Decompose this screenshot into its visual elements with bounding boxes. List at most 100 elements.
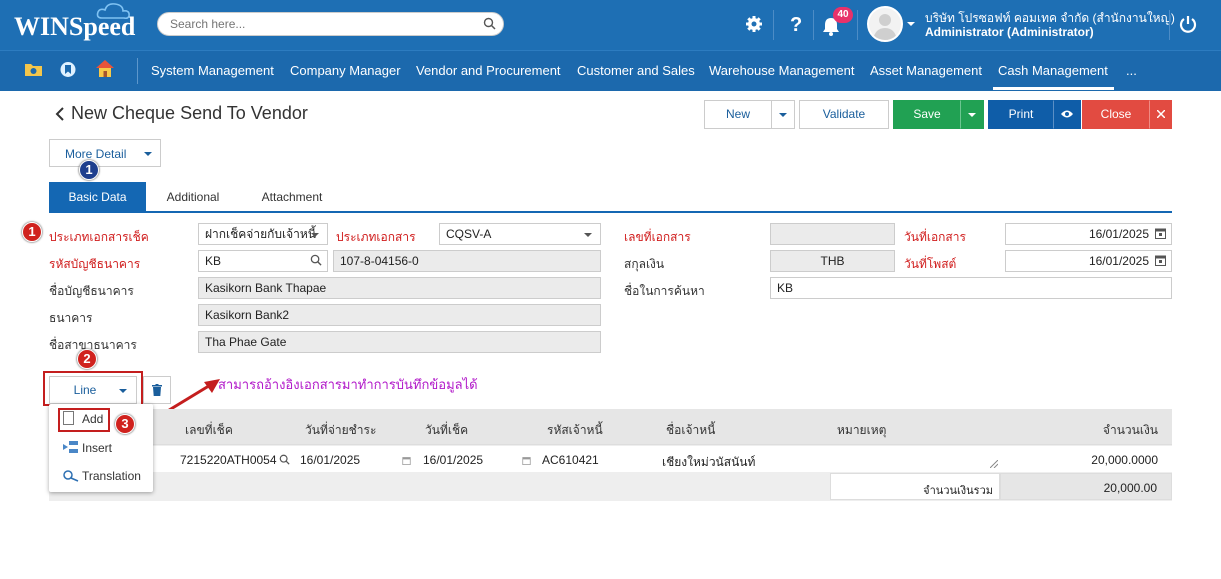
col-vendor-name: ชื่อเจ้าหนี้ xyxy=(666,423,716,437)
tab-underline xyxy=(49,211,1172,213)
calendar-icon[interactable] xyxy=(402,456,411,465)
help-icon[interactable]: ? xyxy=(789,14,803,34)
search-input[interactable] xyxy=(170,16,470,32)
total-value-box: 20,000.00 xyxy=(1000,473,1172,500)
chevron-down-icon xyxy=(311,233,319,237)
nav-cash-management[interactable]: Cash Management xyxy=(993,63,1114,90)
bank-field: Kasikorn Bank2 xyxy=(198,304,601,326)
step-marker-3: 3 xyxy=(115,414,135,434)
search-icon[interactable] xyxy=(483,17,496,30)
chevron-down-icon xyxy=(968,112,976,117)
cell-cheque-no[interactable]: 7215220ATH0054 xyxy=(180,453,277,467)
nav-more[interactable]: ... xyxy=(1126,63,1137,78)
total-value: 20,000.00 xyxy=(1103,481,1157,495)
bank-account-name-field: Kasikorn Bank Thapae xyxy=(198,277,601,299)
eye-icon xyxy=(1061,110,1073,118)
table-row[interactable]: 7215220ATH0054 16/01/2025 16/01/2025 AC6… xyxy=(49,446,1172,472)
doc-no-label: เลขที่เอกสาร xyxy=(624,230,691,244)
menu-item-insert[interactable]: Insert xyxy=(49,435,153,461)
print-preview-button[interactable] xyxy=(1053,100,1081,129)
highlight-box xyxy=(58,408,110,432)
bank-account-code-label: รหัสบัญชีธนาคาร xyxy=(49,257,141,271)
doc-date-field[interactable]: 16/01/2025 xyxy=(1005,223,1172,245)
print-button[interactable]: Print xyxy=(988,100,1054,129)
calendar-icon[interactable] xyxy=(1155,227,1166,239)
step-marker-1: 1 xyxy=(79,160,99,180)
divider xyxy=(773,10,774,40)
calendar-icon[interactable] xyxy=(522,456,531,465)
menu-item-translation[interactable]: Translation xyxy=(49,463,153,489)
post-date-field[interactable]: 16/01/2025 xyxy=(1005,250,1172,272)
cell-vendor-code[interactable]: AC610421 xyxy=(542,453,599,467)
hint-text: สามารถอ้างอิงเอกสารมาทำการบันทึกข้อมูลได… xyxy=(218,377,478,392)
col-pay-date: วันที่จ่ายชำระ xyxy=(305,423,377,437)
nav-vendor-procurement[interactable]: Vendor and Procurement xyxy=(416,63,561,78)
user-name: Administrator (Administrator) xyxy=(925,25,1094,39)
home-icon[interactable] xyxy=(95,59,115,78)
bank-account-name-label: ชื่อบัญชีธนาคาร xyxy=(49,284,134,298)
cell-remark[interactable] xyxy=(749,451,999,467)
chevron-down-icon xyxy=(584,233,592,237)
search-icon[interactable] xyxy=(310,254,322,266)
divider xyxy=(137,58,138,84)
line-button[interactable]: Line xyxy=(49,376,137,404)
tab-additional[interactable]: Additional xyxy=(156,182,230,212)
nav-system-management[interactable]: System Management xyxy=(151,63,274,78)
folder-icon[interactable] xyxy=(24,61,43,78)
step-marker-2: 2 xyxy=(77,349,97,369)
page-title: New Cheque Send To Vendor xyxy=(71,103,308,123)
doc-type-select[interactable]: CQSV-A xyxy=(439,223,601,245)
new-dropdown-button[interactable] xyxy=(771,100,795,129)
branch-field: Tha Phae Gate xyxy=(198,331,601,353)
new-button[interactable]: New xyxy=(704,100,772,129)
divider xyxy=(1169,10,1170,40)
resize-handle-icon[interactable] xyxy=(990,460,998,468)
more-detail-button[interactable]: More Detail xyxy=(49,139,161,167)
search-icon[interactable] xyxy=(279,454,290,465)
calendar-icon[interactable] xyxy=(1155,254,1166,266)
save-dropdown-button[interactable] xyxy=(960,100,984,129)
chevron-down-icon[interactable] xyxy=(907,22,915,26)
cheque-doc-type-select[interactable]: ฝากเช็คจ่ายกับเจ้าหนี้ xyxy=(198,223,328,245)
col-cheque-date: วันที่เช็ค xyxy=(425,423,469,437)
search-name-label: ชื่อในการค้นหา xyxy=(624,284,705,298)
bookmark-icon[interactable] xyxy=(60,61,76,78)
nav-asset-management[interactable]: Asset Management xyxy=(870,63,982,78)
avatar[interactable] xyxy=(867,6,903,42)
notification-badge: 40 xyxy=(833,7,853,23)
back-icon[interactable] xyxy=(55,107,65,121)
top-bar: WINSpeed ? 40 บริษัท โปรซอฟท์ คอมเทค จำก… xyxy=(0,0,1221,50)
nav-customer-sales[interactable]: Customer and Sales xyxy=(577,63,695,78)
cell-vendor-name[interactable]: เชียงใหม่วนัสนันท์ xyxy=(662,453,755,472)
currency-label: สกุลเงิน xyxy=(624,257,665,271)
cheque-doc-type-label: ประเภทเอกสารเช็ค xyxy=(49,230,149,244)
power-icon[interactable] xyxy=(1179,14,1197,34)
close-button[interactable]: Close xyxy=(1082,100,1150,129)
close-icon xyxy=(1155,109,1166,119)
post-date-label: วันที่โพสต์ xyxy=(904,257,957,271)
divider xyxy=(857,10,858,40)
save-button[interactable]: Save xyxy=(893,100,961,129)
search-name-field[interactable]: KB xyxy=(770,277,1172,299)
doc-type-label: ประเภทเอกสาร xyxy=(336,230,416,244)
close-x-button[interactable] xyxy=(1149,100,1172,129)
chevron-down-icon xyxy=(144,152,152,156)
translation-icon xyxy=(63,470,79,482)
gear-icon[interactable] xyxy=(745,15,763,33)
bank-account-code-field[interactable]: KB xyxy=(198,250,328,272)
validate-button[interactable]: Validate xyxy=(799,100,889,129)
bank-account-no-field: 107-8-04156-0 xyxy=(333,250,601,272)
bank-label: ธนาคาร xyxy=(49,311,93,325)
cell-amount[interactable]: 20,000.0000 xyxy=(1091,453,1158,467)
tab-attachment[interactable]: Attachment xyxy=(249,182,335,212)
search-box[interactable] xyxy=(157,12,504,36)
cell-pay-date[interactable]: 16/01/2025 xyxy=(300,453,360,467)
cell-cheque-date[interactable]: 16/01/2025 xyxy=(423,453,483,467)
chevron-down-icon xyxy=(119,389,127,393)
nav-company-manager[interactable]: Company Manager xyxy=(290,63,401,78)
col-cheque-no: เลขที่เช็ค xyxy=(185,423,233,437)
tab-basic-data[interactable]: Basic Data xyxy=(49,182,146,212)
col-vendor-code: รหัสเจ้าหนี้ xyxy=(547,423,603,437)
nav-warehouse-management[interactable]: Warehouse Management xyxy=(709,63,855,78)
lines-grid: เลขที่เช็ค วันที่จ่ายชำระ วันที่เช็ค รหั… xyxy=(49,409,1172,501)
